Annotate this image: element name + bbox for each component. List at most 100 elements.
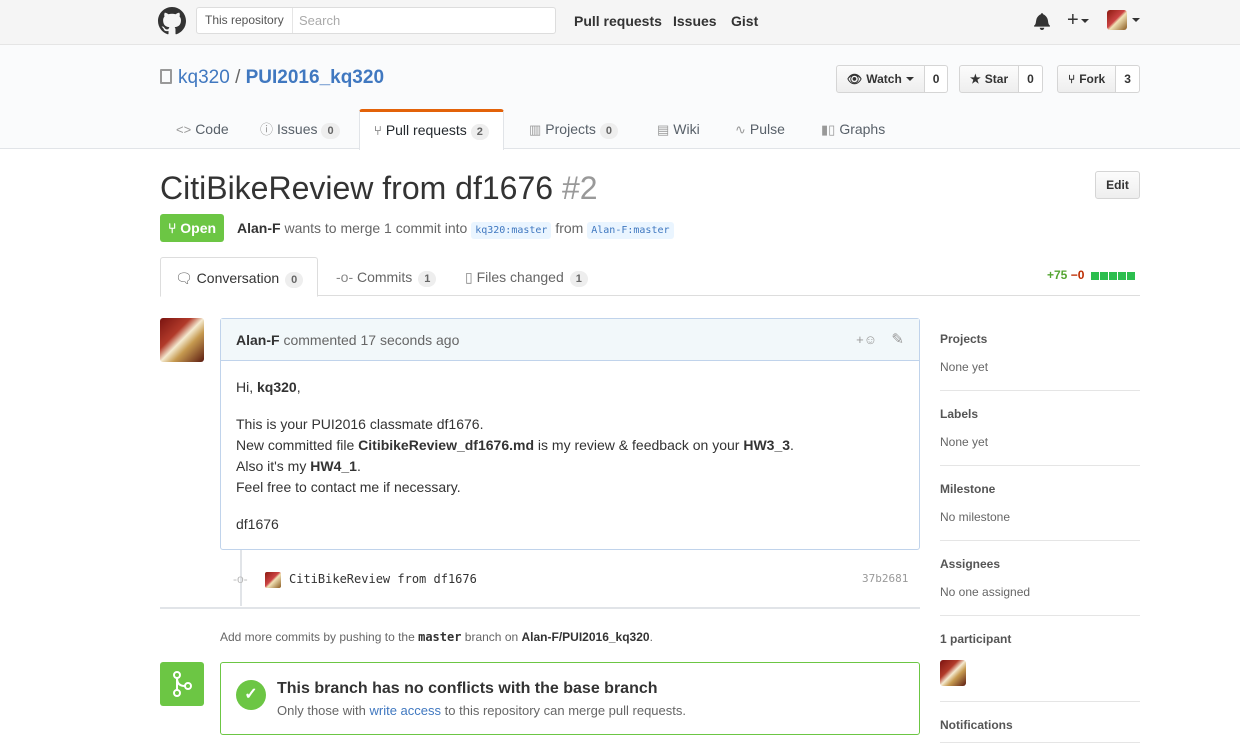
comment-signature: df1676 — [236, 516, 279, 532]
base-ref[interactable]: kq320:master — [471, 222, 552, 239]
pr-author-link[interactable]: Alan-F — [237, 220, 281, 236]
repo-owner-link[interactable]: kq320 — [178, 67, 230, 88]
merge-status-box: ✓ This branch has no conflicts with the … — [220, 662, 920, 735]
commit-message-link[interactable]: CitiBikeReview from df1676 — [289, 572, 477, 586]
diffstat-additions: +75 — [1047, 268, 1068, 282]
watch-group: 👁 Watch 0 — [836, 65, 949, 93]
star-group: ★ Star 0 — [959, 65, 1043, 93]
edit-button[interactable]: Edit — [1095, 171, 1140, 199]
nav-issues[interactable]: Issues — [673, 13, 717, 29]
sidebar-value: None yet — [940, 435, 989, 449]
comment: Alan-F commented 17 seconds ago +☺ ✎ Hi,… — [220, 318, 920, 550]
sidebar-heading: Labels — [940, 407, 979, 421]
tab-pulse-label: Pulse — [749, 121, 785, 137]
divider — [940, 465, 1140, 466]
fork-label: Fork — [1079, 72, 1106, 86]
github-logo-icon[interactable] — [158, 7, 186, 35]
repo-name-link[interactable]: PUI2016_kq320 — [246, 67, 384, 88]
divider — [940, 701, 1140, 702]
plus-icon: + — [1067, 9, 1079, 31]
tab-conversation[interactable]: 🗨 Conversation 0 — [160, 257, 319, 297]
star-count[interactable]: 0 — [1019, 65, 1043, 93]
tab-code[interactable]: <> Code — [176, 109, 229, 149]
star-button[interactable]: ★ Star — [959, 65, 1020, 93]
user-avatar[interactable] — [1107, 10, 1127, 30]
site-header: This repository Pull requests Issues Gis… — [0, 0, 1240, 45]
divider — [940, 540, 1140, 541]
head-ref[interactable]: Alan-F:master — [587, 222, 674, 239]
tab-projects[interactable]: ▥ Projects 0 — [529, 109, 618, 149]
issue-icon: ⓘ — [260, 122, 274, 137]
divider — [940, 390, 1140, 391]
push-hint: Add more commits by pushing to the maste… — [220, 630, 653, 644]
tab-files-changed[interactable]: ▯ Files changed 1 — [465, 257, 588, 296]
tab-wiki[interactable]: ▤ Wiki — [657, 109, 700, 149]
comment-body: Hi, kq320, This is your PUI2016 classmat… — [221, 361, 919, 567]
sidebar-value: None yet — [940, 360, 989, 374]
nav-pull-requests[interactable]: Pull requests — [574, 13, 662, 29]
fork-group: ⑂ Fork 3 — [1057, 65, 1140, 93]
comment-time[interactable]: 17 seconds ago — [361, 332, 460, 348]
sidebar-labels[interactable]: Labels None yet — [940, 407, 1140, 449]
sidebar-heading: Projects — [940, 332, 988, 346]
watch-count[interactable]: 0 — [924, 65, 949, 93]
avatar[interactable] — [160, 318, 204, 362]
head-repo-link[interactable]: Alan-F/PUI2016_kq320 — [522, 630, 650, 644]
search-input[interactable] — [299, 8, 549, 33]
commit-author-avatar[interactable] — [265, 572, 281, 588]
pr-tabs: 🗨 Conversation 0 -o- Commits 1 ▯ Files cha… — [160, 257, 1140, 297]
comment-header: Alan-F commented 17 seconds ago +☺ ✎ — [221, 319, 919, 361]
sidebar-participants: 1 participant — [940, 632, 1140, 646]
tab-conversation-label: Conversation — [196, 270, 280, 286]
fork-count[interactable]: 3 — [1116, 65, 1140, 93]
tab-graphs[interactable]: ▮▯ Graphs — [821, 109, 885, 149]
sidebar-notifications: Notifications — [940, 718, 1140, 732]
add-reaction-icon[interactable]: +☺ — [856, 319, 877, 361]
tab-pull-requests[interactable]: ⑂ Pull requests 2 — [359, 109, 504, 150]
pulse-icon: ∿ — [735, 122, 746, 137]
fork-button[interactable]: ⑂ Fork — [1057, 65, 1117, 93]
tab-graphs-label: Graphs — [839, 121, 886, 137]
repo-header: kq320 / PUI2016_kq320 👁 Watch 0 ★ Star 0… — [0, 45, 1240, 150]
comment-author-link[interactable]: Alan-F — [236, 332, 280, 348]
merge-status-title: This branch has no conflicts with the ba… — [277, 680, 658, 697]
comment-paragraph: This is your PUI2016 classmate df1676. N… — [236, 416, 794, 495]
project-icon: ▥ — [529, 122, 542, 137]
new-menu-button[interactable]: + — [1067, 9, 1089, 32]
tab-code-label: Code — [195, 121, 229, 137]
participant-avatar[interactable] — [940, 660, 966, 686]
tab-issues[interactable]: ⓘ Issues 0 — [260, 109, 340, 149]
search-scope-label: This repository — [197, 8, 293, 33]
tab-commits-count: 1 — [418, 271, 437, 287]
watch-button[interactable]: 👁 Watch — [836, 65, 925, 93]
branch-name: master — [418, 630, 462, 644]
eye-icon: 👁 — [847, 72, 863, 86]
file-diff-icon: ▯ — [465, 269, 477, 285]
tab-commits[interactable]: -o- Commits 1 — [336, 257, 437, 296]
tab-pulse[interactable]: ∿ Pulse — [735, 109, 785, 149]
sidebar-heading: Assignees — [940, 557, 1001, 571]
commit-icon: -o- — [233, 572, 248, 586]
bell-icon[interactable] — [1033, 12, 1051, 30]
commit-sha-link[interactable]: 37b2681 — [862, 572, 908, 585]
tab-pull-requests-count: 2 — [470, 124, 489, 140]
pr-title: CitiBikeReview from df1676 #2 — [160, 170, 598, 207]
chevron-down-icon[interactable] — [1132, 18, 1140, 22]
sidebar-projects[interactable]: Projects None yet — [940, 332, 1140, 374]
sidebar-value: No one assigned — [940, 585, 1031, 599]
pencil-icon[interactable]: ✎ — [891, 319, 904, 361]
tab-files-changed-label: Files changed — [476, 269, 564, 285]
sidebar-assignees[interactable]: Assignees No one assigned — [940, 557, 1140, 599]
star-label: Star — [984, 72, 1009, 86]
nav-gist[interactable]: Gist — [731, 13, 758, 29]
tab-issues-label: Issues — [277, 121, 318, 137]
repo-title: kq320 / PUI2016_kq320 — [178, 67, 384, 89]
mention-link[interactable]: kq320 — [257, 379, 297, 395]
sidebar-heading: 1 participant — [940, 632, 1012, 646]
git-merge-icon — [173, 671, 192, 697]
write-access-link[interactable]: write access — [370, 703, 442, 718]
sidebar-milestone[interactable]: Milestone No milestone — [940, 482, 1140, 524]
pull-request-icon: ⑂ — [168, 220, 181, 236]
tab-wiki-label: Wiki — [673, 121, 700, 137]
diffstat: +75 −0 — [1047, 268, 1136, 283]
